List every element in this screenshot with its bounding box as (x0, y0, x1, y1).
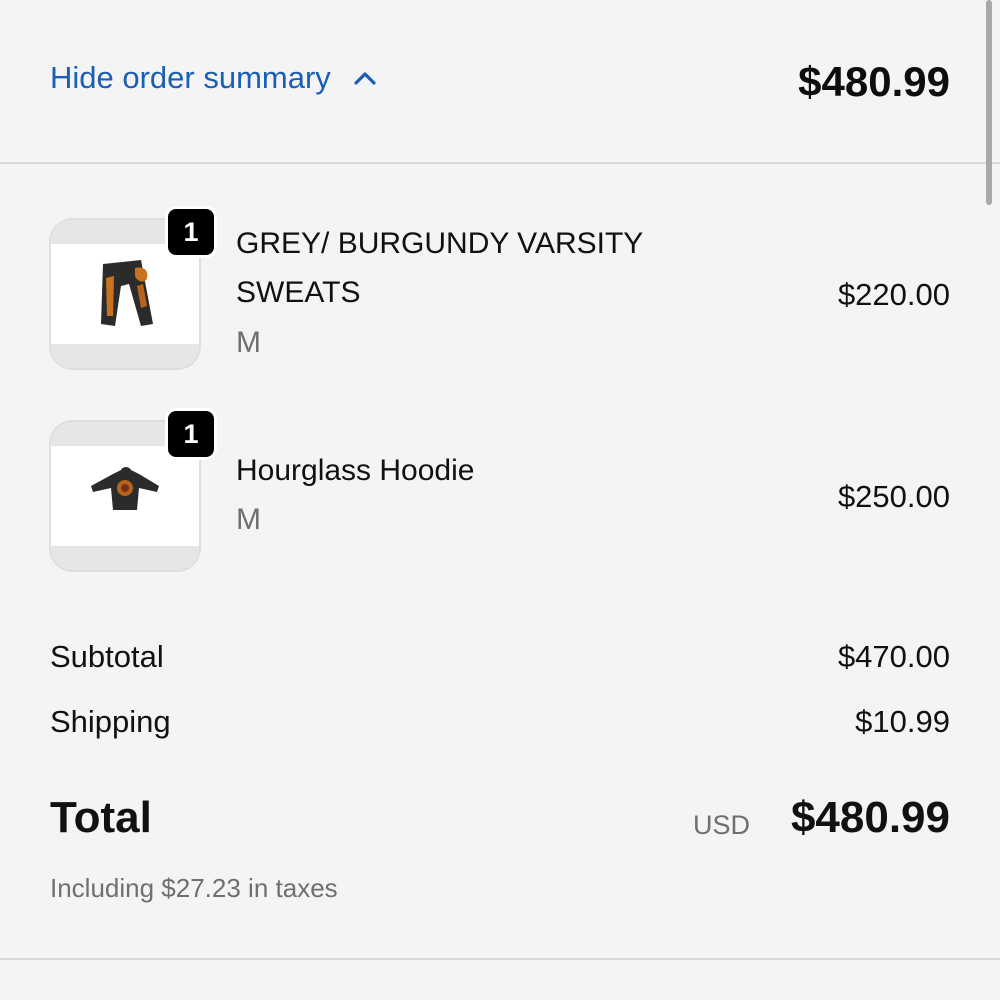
item-name-line-2: SWEATS (236, 276, 361, 309)
quantity-badge: 1 (165, 206, 217, 258)
order-summary-page: Hide order summary $480.99 1 GREY/ BURGU… (0, 0, 1000, 1000)
hide-order-summary-link[interactable]: Hide order summary (50, 60, 377, 96)
scrollbar[interactable] (986, 0, 992, 205)
subtotal-label: Subtotal (50, 639, 164, 674)
divider (0, 958, 1000, 960)
total-value: $480.99 (790, 793, 950, 842)
item-name-line-1: GREY/ BURGUNDY VARSITY (236, 227, 644, 260)
item-variant: M (236, 503, 261, 536)
shipping-label: Shipping (50, 704, 171, 739)
item-price: $220.00 (837, 277, 950, 312)
total-label: Total (50, 793, 152, 842)
item-name-line-1: Hourglass Hoodie (236, 454, 475, 487)
taxes-note: Including $27.23 in taxes (50, 873, 338, 903)
item-price: $250.00 (837, 479, 950, 514)
subtotal-value: $470.00 (837, 639, 950, 674)
item-variant: M (236, 326, 261, 359)
quantity-badge: 1 (165, 408, 217, 460)
order-summary-toggle-bar[interactable]: Hide order summary $480.99 (0, 0, 1000, 164)
chevron-up-icon[interactable] (353, 70, 377, 86)
hide-order-summary-label[interactable]: Hide order summary (50, 60, 331, 96)
header-order-total: $480.99 (798, 58, 950, 105)
currency-code: USD (692, 810, 750, 840)
shipping-value: $10.99 (855, 704, 950, 739)
